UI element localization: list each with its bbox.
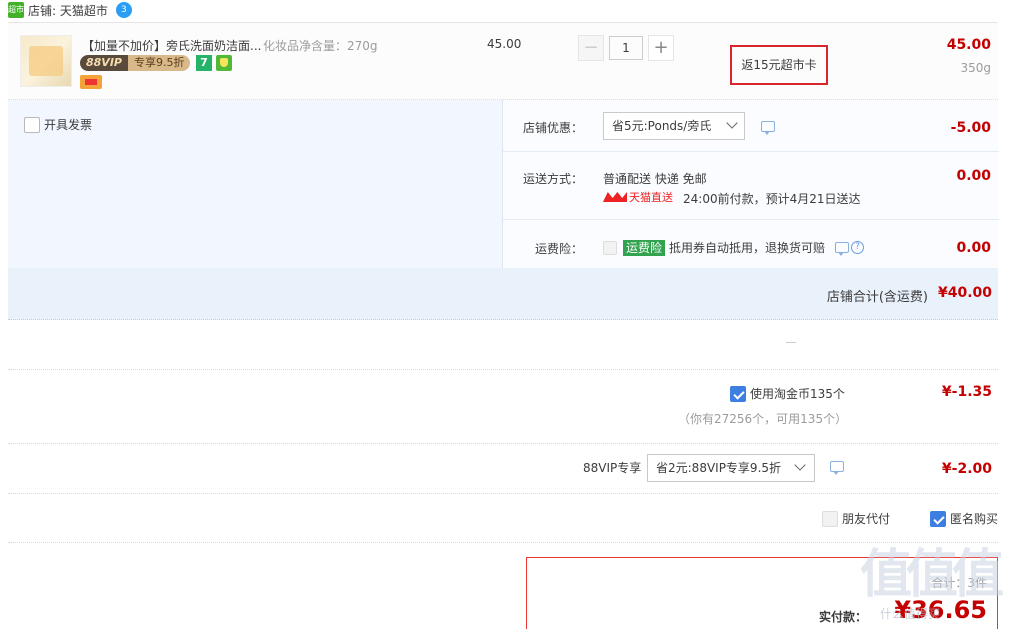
taojinbi-label: 使用淘金币135个 <box>750 387 845 401</box>
shop-header: 超市 店铺: 天猫超市 3 <box>0 0 300 20</box>
shop-coupon-select[interactable]: 省5元:Ponds/旁氏 <box>603 112 745 140</box>
message-icon[interactable] <box>761 121 775 135</box>
freight-insurance-value: 0.00 <box>956 240 991 256</box>
taojinbi-balance: （你有27256个，可用135个） <box>678 412 848 426</box>
product-thumbnail[interactable] <box>20 35 72 87</box>
shipping-method: 普通配送 快递 免邮 <box>603 172 707 186</box>
site-watermark: 值 值 值 什么值得买 <box>860 545 1005 621</box>
quantity-stepper: − 1 + <box>578 35 674 61</box>
item-total-price: 45.00 <box>946 37 991 53</box>
friend-pay-checkbox[interactable] <box>822 510 838 527</box>
freight-insurance-text: 抵用券自动抵用，退换货可赔 <box>669 241 826 255</box>
message-icon[interactable] <box>830 461 844 475</box>
freight-insurance-badge: 运费险 <box>623 239 666 256</box>
freight-insurance-label: 运费险： <box>534 242 583 256</box>
divider <box>8 493 998 494</box>
freight-insurance-checkbox <box>603 240 617 255</box>
invoice-checkbox[interactable] <box>24 116 40 133</box>
credit-card-icon <box>80 75 102 89</box>
divider <box>8 542 998 543</box>
wangwang-chat-icon[interactable]: 3 <box>115 2 132 18</box>
rebate-note: 返15元超市卡 <box>730 45 828 85</box>
shipping-label: 运送方式： <box>522 172 583 186</box>
anonymous-buy-label: 匿名购买 <box>950 512 999 526</box>
shop-total-value: ¥40.00 <box>937 285 992 301</box>
quantity-plus-button[interactable]: + <box>648 35 674 61</box>
chevron-down-icon <box>726 117 738 129</box>
cart-item-row: 【加量不加价】旁氏洗面奶洁面... 化妆品净含量：270g 88VIP 专享9.… <box>8 22 998 100</box>
tmall-direct-logo: 天猫直送 <box>603 190 673 204</box>
freight-insurance-row: 运费险： 运费险 抵用券自动抵用，退换货可赔 ? 0.00 <box>503 220 999 268</box>
shop-total-bar: 店铺合计(含运费) ¥40.00 <box>8 268 998 320</box>
anonymous-buy-option[interactable]: 匿名购买 <box>930 510 998 527</box>
divider <box>8 369 998 370</box>
shipping-eta: 24:00前付款，预计4月21日送达 <box>683 192 861 206</box>
shop-coupon-label: 店铺优惠： <box>522 121 583 135</box>
invoice-option[interactable]: 开具发票 <box>24 116 92 133</box>
item-weight: 350g <box>960 61 991 75</box>
shop-options-column: 店铺优惠： 省5元:Ponds/旁氏 -5.00 运送方式： 普通配送 快递 免… <box>502 100 999 268</box>
chevron-down-icon <box>794 459 806 471</box>
tmall-cat-icon <box>603 192 627 202</box>
unit-price: 45.00 <box>487 37 522 51</box>
shop-coupon-value: -5.00 <box>950 120 991 136</box>
shop-total-label: 店铺合计(含运费) <box>826 290 928 305</box>
shop-name[interactable]: 店铺: 天猫超市 <box>28 2 108 19</box>
supermarket-logo-icon: 超市 <box>8 2 24 18</box>
invoice-label: 开具发票 <box>44 118 93 132</box>
shipping-row: 运送方式： 普通配送 快递 免邮 天猫直送 24:00前付款，预计4月21日送达… <box>503 152 999 220</box>
friend-pay-label: 朋友代付 <box>842 512 891 526</box>
divider <box>786 342 796 343</box>
anonymous-buy-checkbox[interactable] <box>930 510 946 527</box>
taojinbi-value: ¥-1.35 <box>941 384 992 400</box>
product-sku: 化妆品净含量：270g <box>263 39 378 53</box>
vip-discount-select[interactable]: 省2元:88VIP专享9.5折 <box>647 454 815 482</box>
vip-discount-label: 88VIP专享 <box>583 461 642 475</box>
quantity-minus-button[interactable]: − <box>578 35 604 61</box>
guarantee-shield-icon <box>216 55 232 71</box>
product-title[interactable]: 【加量不加价】旁氏洗面奶洁面... <box>82 37 261 54</box>
vip-discount-value: ¥-2.00 <box>941 461 992 477</box>
taojinbi-option[interactable]: 使用淘金币135个 <box>730 385 845 402</box>
taojinbi-checkbox[interactable] <box>730 385 746 402</box>
freight-insurance-option: 运费险 抵用券自动抵用，退换货可赔 ? <box>603 239 865 256</box>
divider <box>8 443 998 444</box>
vip-discount-tag: 88VIP 专享9.5折 <box>80 55 191 71</box>
quantity-input[interactable]: 1 <box>609 36 643 60</box>
seven-day-return-icon: 7 <box>196 55 212 71</box>
shipping-value: 0.00 <box>956 168 991 184</box>
message-icon[interactable] <box>835 242 850 256</box>
help-icon[interactable]: ? <box>851 241 865 254</box>
order-options-panel: 开具发票 店铺优惠： 省5元:Ponds/旁氏 -5.00 运送方式： 普通配送… <box>8 100 999 268</box>
shop-coupon-row: 店铺优惠： 省5元:Ponds/旁氏 -5.00 <box>503 100 999 152</box>
friend-pay-option[interactable]: 朋友代付 <box>822 510 890 527</box>
